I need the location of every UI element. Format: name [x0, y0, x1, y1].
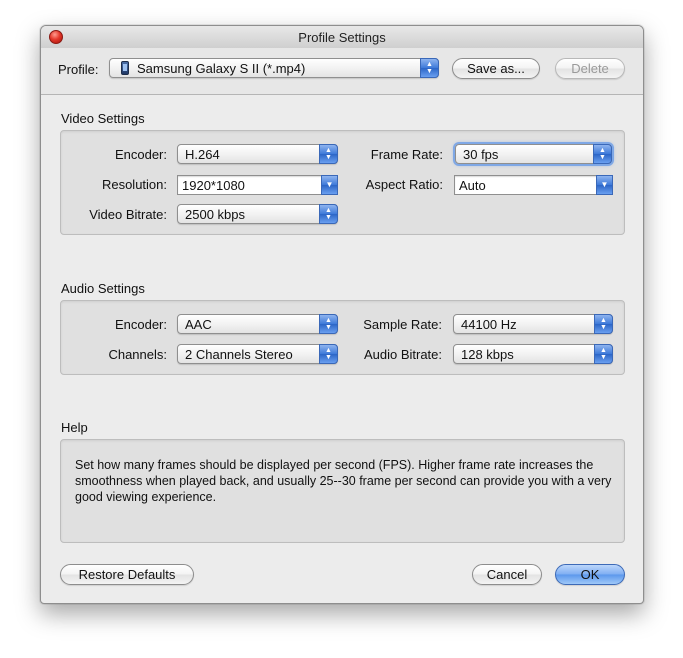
- profile-select[interactable]: Samsung Galaxy S II (*.mp4) ▲ ▼: [109, 58, 439, 78]
- phone-icon: [121, 61, 129, 75]
- frame-rate-label: Frame Rate:: [370, 147, 443, 162]
- sample-rate-value: 44100 Hz: [461, 317, 517, 332]
- aspect-ratio-label: Aspect Ratio:: [365, 177, 443, 192]
- audio-encoder-select[interactable]: AAC ▲ ▼: [177, 314, 338, 334]
- frame-rate-value: 30 fps: [463, 147, 499, 162]
- resolution-combo[interactable]: 1920*1080 ▼: [177, 175, 338, 195]
- restore-defaults-button[interactable]: Restore Defaults: [60, 564, 194, 585]
- channels-value: 2 Channels Stereo: [185, 347, 293, 362]
- resolution-value: 1920*1080: [182, 178, 245, 193]
- chevron-updown-icon: ▲ ▼: [593, 144, 612, 164]
- channels-label: Channels:: [108, 347, 167, 362]
- help-text: Set how many frames should be displayed …: [75, 458, 612, 504]
- video-bitrate-label: Video Bitrate:: [89, 207, 167, 222]
- chevron-updown-icon: ▲ ▼: [420, 58, 439, 78]
- aspect-ratio-value: Auto: [459, 178, 486, 193]
- frame-rate-select[interactable]: 30 fps ▲ ▼: [455, 144, 612, 164]
- chevron-updown-icon: ▲ ▼: [319, 144, 338, 164]
- chevron-updown-icon: ▲ ▼: [594, 314, 613, 334]
- chevron-down-icon[interactable]: ▼: [596, 175, 613, 195]
- resolution-label: Resolution:: [101, 177, 167, 192]
- audio-bitrate-value: 128 kbps: [461, 347, 514, 362]
- sample-rate-label: Sample Rate:: [363, 317, 442, 332]
- save-as-button[interactable]: Save as...: [452, 58, 540, 79]
- audio-bitrate-select[interactable]: 128 kbps ▲ ▼: [453, 344, 613, 364]
- audio-settings-title: Audio Settings: [61, 281, 145, 296]
- channels-select[interactable]: 2 Channels Stereo ▲ ▼: [177, 344, 338, 364]
- chevron-updown-icon: ▲ ▼: [594, 344, 613, 364]
- chevron-updown-icon: ▲ ▼: [319, 344, 338, 364]
- sample-rate-select[interactable]: 44100 Hz ▲ ▼: [453, 314, 613, 334]
- video-encoder-label: Encoder:: [114, 147, 167, 162]
- help-title: Help: [61, 420, 88, 435]
- audio-encoder-value: AAC: [185, 317, 212, 332]
- video-settings-title: Video Settings: [61, 111, 145, 126]
- ok-button[interactable]: OK: [555, 564, 625, 585]
- aspect-ratio-combo[interactable]: Auto ▼: [454, 175, 613, 195]
- window-title: Profile Settings: [298, 30, 386, 45]
- delete-button[interactable]: Delete: [555, 58, 625, 79]
- title-bar[interactable]: Profile Settings: [41, 26, 643, 49]
- profile-settings-window: Profile Settings Profile: Samsung Galaxy…: [40, 25, 644, 604]
- profile-toolbar: Profile: Samsung Galaxy S II (*.mp4) ▲ ▼ …: [41, 48, 643, 95]
- video-encoder-value: H.264: [185, 147, 220, 162]
- chevron-updown-icon: ▲ ▼: [319, 204, 338, 224]
- audio-encoder-label: Encoder:: [114, 317, 167, 332]
- profile-label: Profile:: [58, 62, 99, 77]
- audio-settings-group: Encoder: AAC ▲ ▼ Channels: 2 Channels Ste…: [60, 300, 625, 375]
- video-bitrate-select[interactable]: 2500 kbps ▲ ▼: [177, 204, 338, 224]
- help-box: Set how many frames should be displayed …: [60, 439, 625, 543]
- audio-bitrate-label: Audio Bitrate:: [363, 347, 442, 362]
- chevron-updown-icon: ▲ ▼: [319, 314, 338, 334]
- video-settings-group: Encoder: H.264 ▲ ▼ Resolution: 1920*1080 …: [60, 130, 625, 235]
- cancel-button[interactable]: Cancel: [472, 564, 542, 585]
- video-encoder-select[interactable]: H.264 ▲ ▼: [177, 144, 338, 164]
- chevron-down-icon[interactable]: ▼: [321, 175, 338, 195]
- video-bitrate-value: 2500 kbps: [185, 207, 245, 222]
- profile-value: Samsung Galaxy S II (*.mp4): [137, 61, 306, 76]
